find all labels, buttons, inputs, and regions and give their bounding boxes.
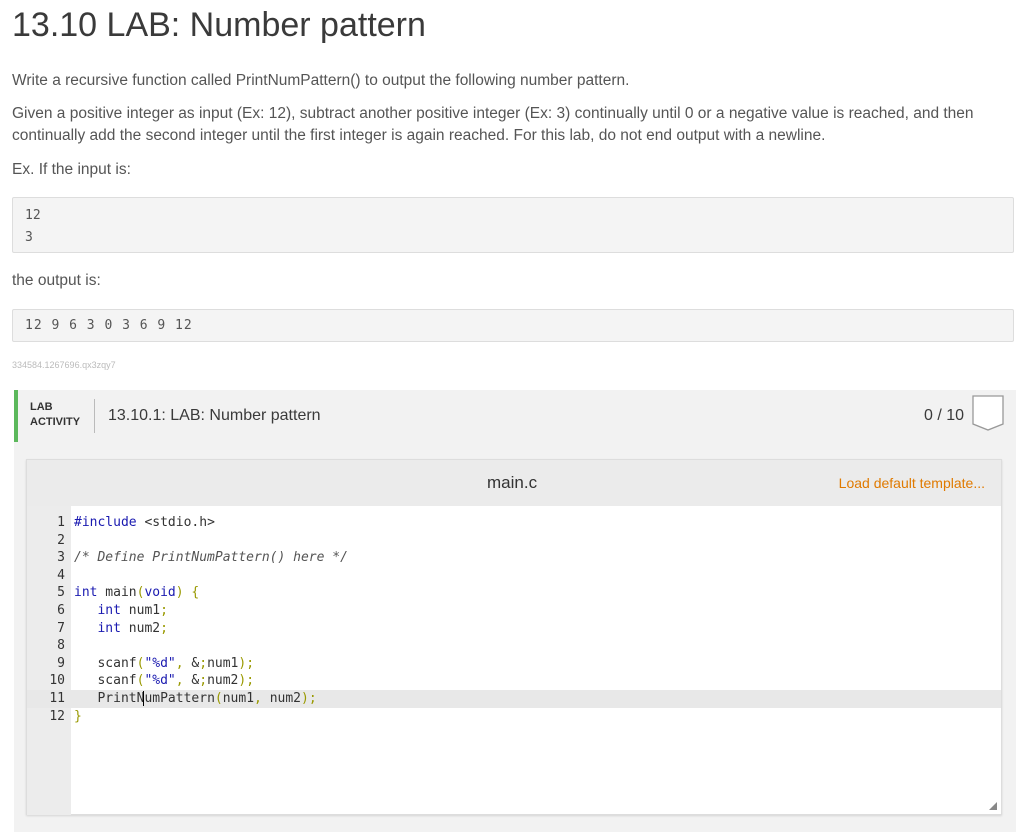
lab-label-line-1: LAB <box>30 401 53 413</box>
code-line[interactable]: 4 <box>27 567 1001 585</box>
code-line[interactable]: 1 #include <stdio.h> <box>27 514 1001 532</box>
line-number: 7 <box>57 620 65 636</box>
code-line[interactable]: 3 /* Define PrintNumPattern() here */ <box>27 549 1001 567</box>
code-editor[interactable]: main.c Load default template... 1 #includ… <box>26 459 1002 815</box>
line-number: 1 <box>57 515 65 530</box>
header-divider <box>94 399 95 433</box>
line-number: 6 <box>57 602 65 618</box>
code-line[interactable]: 8 <box>27 637 1001 655</box>
description-paragraph-4: the output is: <box>12 272 101 289</box>
code-text[interactable]: } <box>74 708 82 726</box>
load-default-template-link[interactable]: Load default template... <box>839 475 985 491</box>
code-line[interactable]: 10 scanf("%d", &;num2); <box>27 672 1001 690</box>
sample-input-line-1: 12 <box>25 208 41 223</box>
editor-frame: main.c Load default template... 1 #includ… <box>14 442 1016 832</box>
sample-input-box: 12 3 <box>12 197 1014 253</box>
line-number: 11 <box>49 690 65 706</box>
code-text[interactable]: int num2; <box>74 620 167 638</box>
lab-activity-title: 13.10.1: LAB: Number pattern <box>108 407 321 424</box>
code-area[interactable]: 1 #include <stdio.h> 2 3 /* Define PrintNumP… <box>27 514 1001 725</box>
code-line[interactable]: 6 int num1; <box>27 602 1001 620</box>
lab-score: 0 / 10 <box>923 407 964 424</box>
description-paragraph-1: Write a recursive function called PrintN… <box>12 72 630 89</box>
code-line[interactable]: 11 PrintNumPattern(num1, num2); <box>27 689 1001 708</box>
sample-input-line-2: 3 <box>25 230 33 245</box>
line-number: 2 <box>57 532 65 548</box>
completion-badge-icon <box>972 395 1004 431</box>
line-number: 3 <box>57 550 65 566</box>
code-line[interactable]: 2 <box>27 532 1001 550</box>
page-title: 13.10 LAB: Number pattern <box>12 6 426 44</box>
line-number: 9 <box>57 655 65 671</box>
code-text[interactable]: scanf("%d", &;num1); <box>74 655 254 673</box>
lab-activity-label: LAB ACTIVITY <box>30 400 80 430</box>
text-cursor <box>143 690 145 706</box>
file-name: main.c <box>487 473 538 492</box>
code-line[interactable]: 5 int main(void) { <box>27 584 1001 602</box>
resize-handle-icon[interactable] <box>989 802 997 810</box>
code-text[interactable]: PrintNumPattern(num1, num2); <box>74 690 317 708</box>
line-number: 4 <box>57 567 65 583</box>
code-line[interactable]: 12} <box>27 708 1001 726</box>
lab-label-line-2: ACTIVITY <box>30 416 81 428</box>
lab-activity-header: LAB ACTIVITY 13.10.1: LAB: Number patter… <box>14 390 1016 442</box>
code-text[interactable]: int main(void) { <box>74 584 199 602</box>
line-number: 8 <box>57 638 65 654</box>
line-number: 5 <box>57 585 65 601</box>
line-number: 12 <box>49 708 65 724</box>
code-text[interactable]: int num1; <box>74 602 167 620</box>
editor-toolbar: main.c Load default template... <box>27 460 1001 506</box>
description-paragraph-2: Given a positive integer as input (Ex: 1… <box>12 105 974 144</box>
description-paragraph-3: Ex. If the input is: <box>12 161 131 178</box>
code-text[interactable]: #include <stdio.h> <box>74 514 215 532</box>
code-text[interactable]: scanf("%d", &;num2); <box>74 672 254 690</box>
code-line[interactable]: 7 int num2; <box>27 620 1001 638</box>
activity-hash-id: 334584.1267696.qx3zqy7 <box>12 360 116 370</box>
sample-output-text: 12 9 6 3 0 3 6 9 12 <box>25 318 193 333</box>
sample-output-box: 12 9 6 3 0 3 6 9 12 <box>12 309 1014 342</box>
code-text[interactable]: /* Define PrintNumPattern() here */ <box>74 549 348 567</box>
code-line[interactable]: 9 scanf("%d", &;num1); <box>27 655 1001 673</box>
line-number: 10 <box>49 673 65 689</box>
